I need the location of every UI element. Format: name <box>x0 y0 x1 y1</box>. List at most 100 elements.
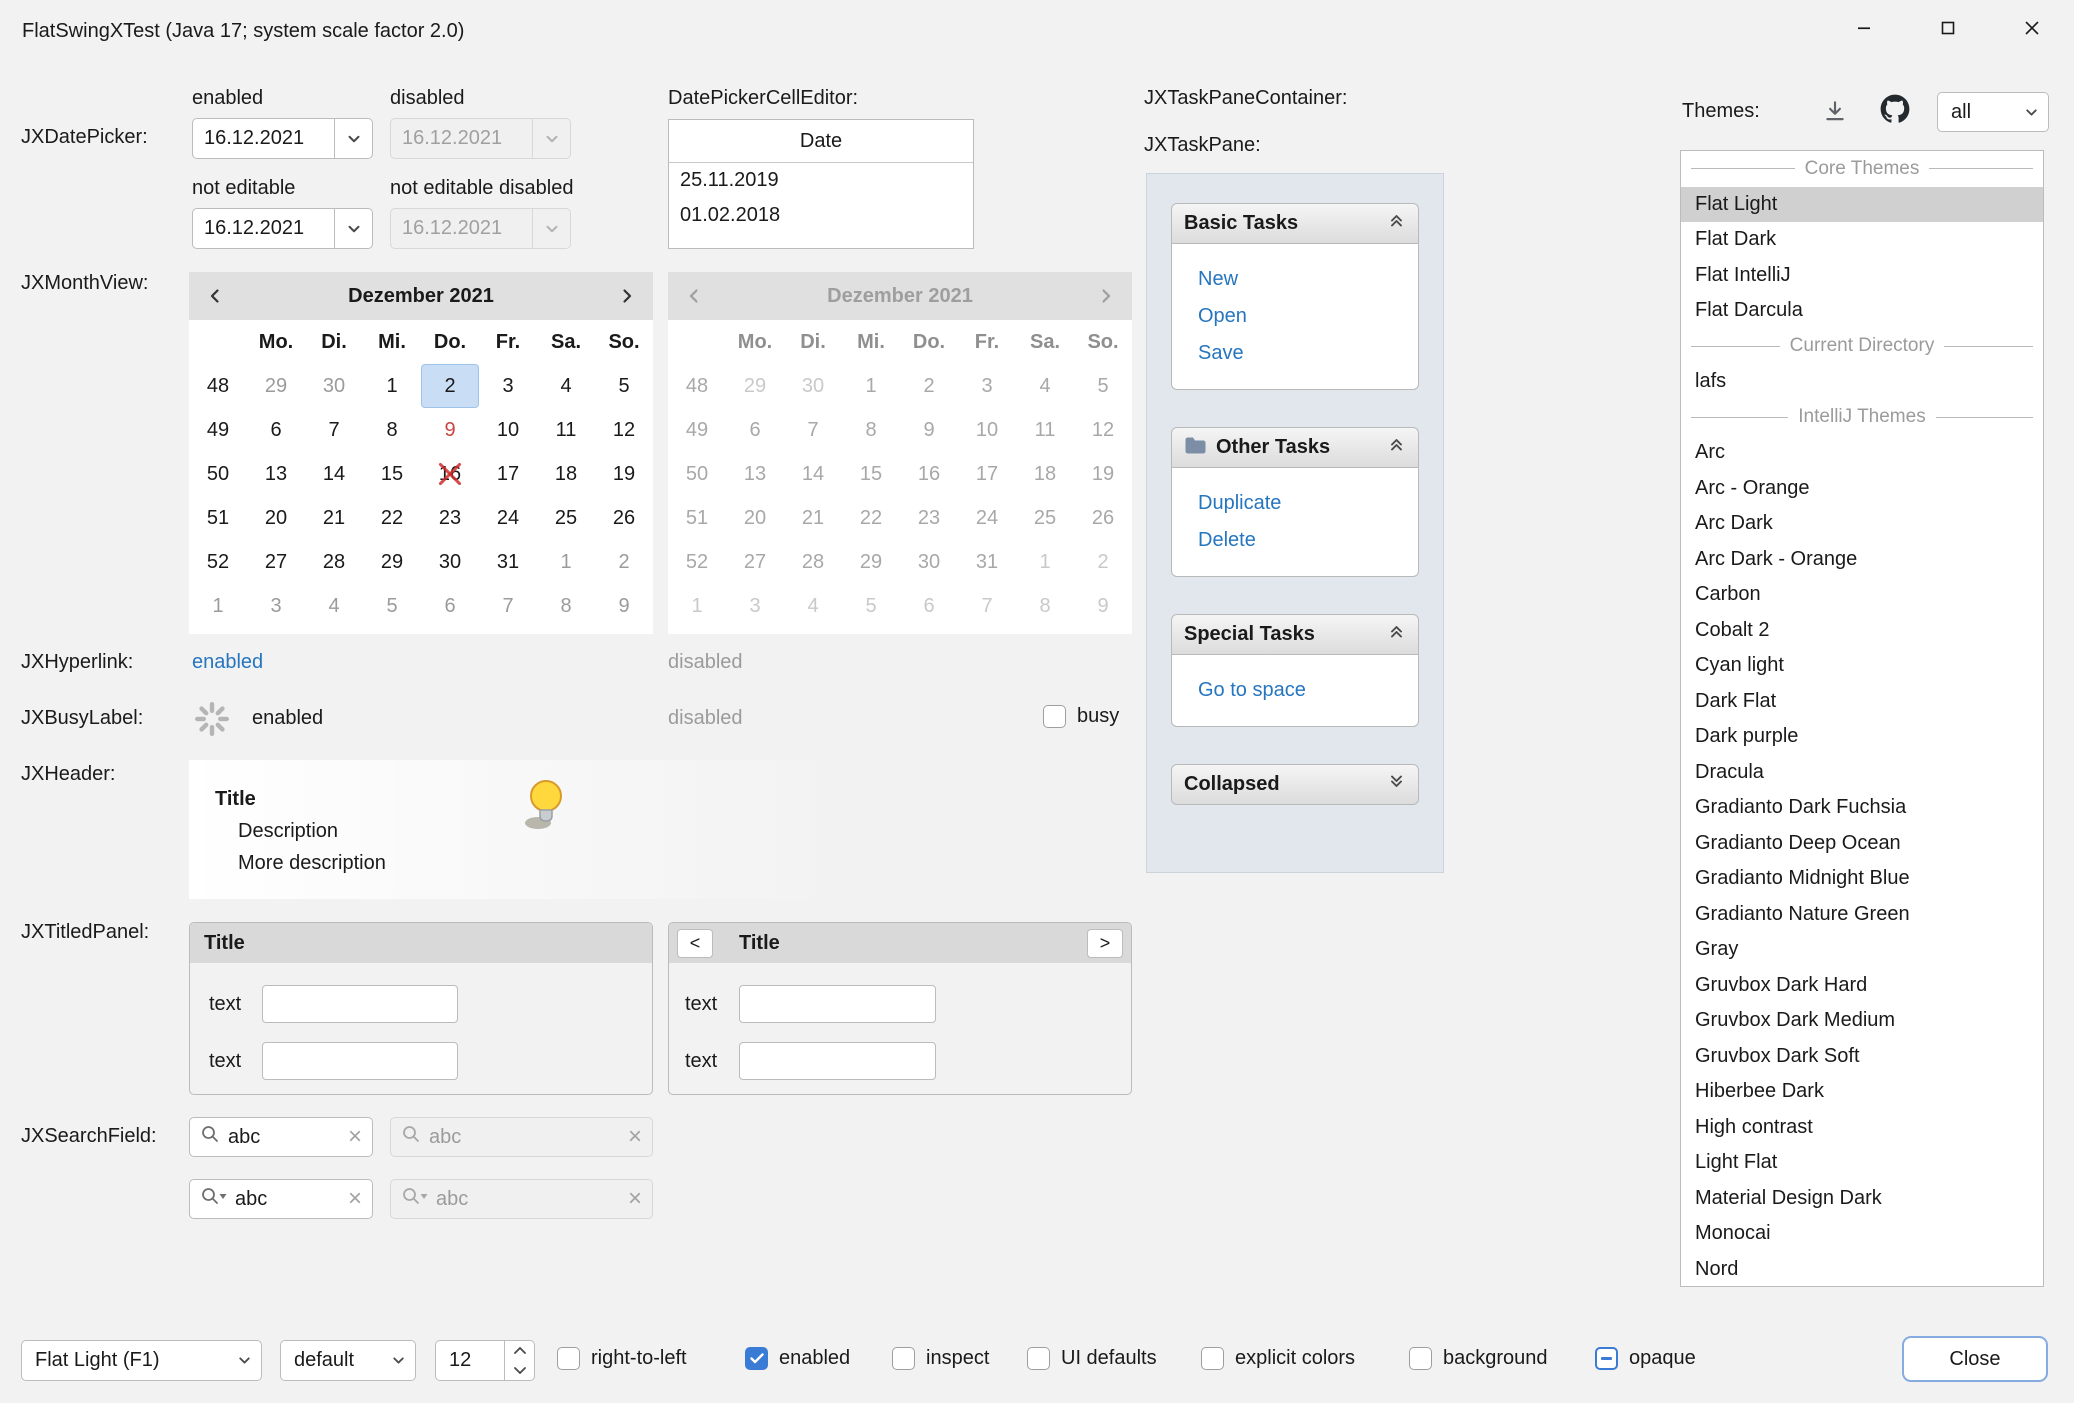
clear-icon[interactable]: × <box>348 1125 362 1149</box>
day-cell[interactable]: 8 <box>363 408 421 452</box>
taskpane-header[interactable]: Collapsed <box>1171 764 1419 805</box>
titledpanel-next-button[interactable]: > <box>1087 929 1123 958</box>
checkbox-right-to-left[interactable]: right-to-left <box>557 1347 687 1370</box>
checkbox-opaque[interactable]: opaque <box>1595 1347 1696 1370</box>
taskpane-link-new[interactable]: New <box>1172 261 1418 298</box>
taskpane-link-duplicate[interactable]: Duplicate <box>1172 485 1418 522</box>
spinner-up-icon[interactable] <box>505 1341 534 1361</box>
font-combo[interactable]: default <box>280 1340 416 1381</box>
minimize-button[interactable] <box>1822 0 1906 62</box>
day-cell[interactable]: 6 <box>421 584 479 628</box>
day-cell[interactable]: 23 <box>421 496 479 540</box>
day-cell[interactable]: 9 <box>421 408 479 452</box>
laf-combo[interactable]: Flat Light (F1) <box>21 1340 262 1381</box>
day-cell[interactable]: 19 <box>595 452 653 496</box>
theme-item-gray[interactable]: Gray <box>1681 932 2043 968</box>
checkbox-enabled[interactable]: enabled <box>745 1347 850 1370</box>
searchfield-text[interactable]: abc <box>235 1188 340 1211</box>
titledpanel-text-input[interactable] <box>739 985 936 1023</box>
day-cell[interactable]: 7 <box>305 408 363 452</box>
day-cell[interactable]: 16 <box>421 452 479 496</box>
theme-item-dracula[interactable]: Dracula <box>1681 755 2043 791</box>
day-cell[interactable]: 20 <box>247 496 305 540</box>
day-cell[interactable]: 26 <box>595 496 653 540</box>
day-cell[interactable]: 10 <box>479 408 537 452</box>
day-cell[interactable]: 2 <box>421 364 479 408</box>
theme-item-carbon[interactable]: Carbon <box>1681 577 2043 613</box>
font-size-spinner[interactable]: 12 <box>435 1340 535 1381</box>
theme-item-flat-darcula[interactable]: Flat Darcula <box>1681 293 2043 329</box>
datepicker-value[interactable]: 16.12.2021 <box>193 119 334 158</box>
day-cell[interactable]: 12 <box>595 408 653 452</box>
checkbox-background[interactable]: background <box>1409 1347 1548 1370</box>
spinner-down-icon[interactable] <box>505 1361 534 1381</box>
day-cell[interactable]: 3 <box>247 584 305 628</box>
day-cell[interactable]: 30 <box>305 364 363 408</box>
titledpanel-text-input[interactable] <box>262 985 458 1023</box>
taskpane-header[interactable]: Other Tasks <box>1171 427 1419 468</box>
taskpane-header[interactable]: Special Tasks <box>1171 614 1419 655</box>
theme-item-flat-light[interactable]: Flat Light <box>1681 187 2043 223</box>
day-cell[interactable]: 6 <box>247 408 305 452</box>
day-cell[interactable]: 1 <box>363 364 421 408</box>
table-row[interactable]: 25.11.2019 <box>669 163 973 198</box>
theme-item-material-design-dark[interactable]: Material Design Dark <box>1681 1181 2043 1217</box>
close-button[interactable]: Close <box>1902 1336 2048 1382</box>
maximize-button[interactable] <box>1906 0 1990 62</box>
checkbox-explicit-colors[interactable]: explicit colors <box>1201 1347 1355 1370</box>
theme-item-arc-dark-orange[interactable]: Arc Dark - Orange <box>1681 542 2043 578</box>
taskpane-link-go-to-space[interactable]: Go to space <box>1172 672 1418 709</box>
next-month-icon[interactable] <box>601 272 653 320</box>
day-cell[interactable]: 2 <box>595 540 653 584</box>
day-cell[interactable]: 4 <box>537 364 595 408</box>
day-cell[interactable]: 22 <box>363 496 421 540</box>
theme-item-flat-intellij[interactable]: Flat IntelliJ <box>1681 258 2043 294</box>
theme-item-gruvbox-dark-soft[interactable]: Gruvbox Dark Soft <box>1681 1039 2043 1075</box>
theme-item-flat-dark[interactable]: Flat Dark <box>1681 222 2043 258</box>
day-cell[interactable]: 31 <box>479 540 537 584</box>
theme-item-high-contrast[interactable]: High contrast <box>1681 1110 2043 1146</box>
checkbox-inspect[interactable]: inspect <box>892 1347 989 1370</box>
titledpanel-text-input[interactable] <box>262 1042 458 1080</box>
theme-item-gradianto-midnight-blue[interactable]: Gradianto Midnight Blue <box>1681 861 2043 897</box>
theme-item-light-flat[interactable]: Light Flat <box>1681 1145 2043 1181</box>
theme-item-dark-purple[interactable]: Dark purple <box>1681 719 2043 755</box>
taskpane-header[interactable]: Basic Tasks <box>1171 203 1419 244</box>
day-cell[interactable]: 15 <box>363 452 421 496</box>
hyperlink-enabled[interactable]: enabled <box>192 651 263 674</box>
day-cell[interactable]: 5 <box>363 584 421 628</box>
datepicker-dropdown-button[interactable] <box>334 119 372 158</box>
theme-item-arc-dark[interactable]: Arc Dark <box>1681 506 2043 542</box>
day-cell[interactable]: 9 <box>595 584 653 628</box>
datepicker-enabled[interactable]: 16.12.2021 <box>192 118 373 159</box>
day-cell[interactable]: 24 <box>479 496 537 540</box>
theme-item-gruvbox-dark-hard[interactable]: Gruvbox Dark Hard <box>1681 968 2043 1004</box>
day-cell[interactable]: 13 <box>247 452 305 496</box>
day-cell[interactable]: 21 <box>305 496 363 540</box>
theme-item-gradianto-nature-green[interactable]: Gradianto Nature Green <box>1681 897 2043 933</box>
theme-item-nord[interactable]: Nord <box>1681 1252 2043 1288</box>
searchfield-with-menu[interactable]: abc × <box>189 1179 373 1219</box>
themes-filter-combo[interactable]: all <box>1937 92 2049 132</box>
download-themes-button[interactable] <box>1822 98 1848 130</box>
day-cell[interactable]: 14 <box>305 452 363 496</box>
clear-icon[interactable]: × <box>348 1187 362 1211</box>
datepicker-dropdown-button[interactable] <box>334 209 372 248</box>
day-cell[interactable]: 28 <box>305 540 363 584</box>
day-cell[interactable]: 5 <box>595 364 653 408</box>
theme-item-gruvbox-dark-medium[interactable]: Gruvbox Dark Medium <box>1681 1003 2043 1039</box>
taskpane-link-delete[interactable]: Delete <box>1172 522 1418 559</box>
theme-item-monocai[interactable]: Monocai <box>1681 1216 2043 1252</box>
checkbox-ui-defaults[interactable]: UI defaults <box>1027 1347 1157 1370</box>
day-cell[interactable]: 29 <box>247 364 305 408</box>
theme-item-gradianto-dark-fuchsia[interactable]: Gradianto Dark Fuchsia <box>1681 790 2043 826</box>
titledpanel-prev-button[interactable]: < <box>677 929 713 958</box>
day-cell[interactable]: 8 <box>537 584 595 628</box>
font-size-value[interactable]: 12 <box>436 1341 504 1380</box>
day-cell[interactable]: 7 <box>479 584 537 628</box>
theme-item-arc[interactable]: Arc <box>1681 435 2043 471</box>
day-cell[interactable]: 1 <box>537 540 595 584</box>
day-cell[interactable]: 30 <box>421 540 479 584</box>
search-dropdown-icon[interactable] <box>200 1186 227 1212</box>
day-cell[interactable]: 27 <box>247 540 305 584</box>
